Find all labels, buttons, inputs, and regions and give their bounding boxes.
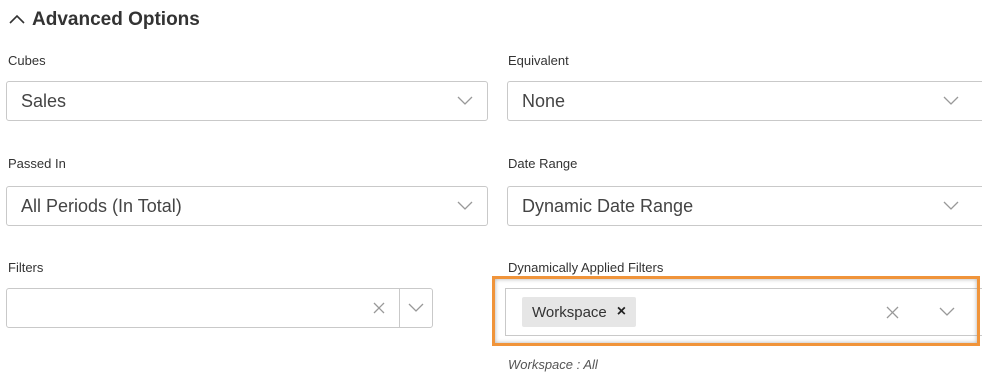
- date-range-value: Dynamic Date Range: [522, 195, 694, 216]
- cubes-select[interactable]: Sales: [6, 81, 488, 121]
- chevron-down-icon[interactable]: [920, 187, 982, 225]
- clear-icon[interactable]: [359, 289, 399, 327]
- chevron-down-icon[interactable]: [920, 82, 982, 120]
- chevron-down-icon[interactable]: [443, 187, 487, 225]
- chevron-down-icon[interactable]: [443, 82, 487, 120]
- dynamic-filters-label: Dynamically Applied Filters: [508, 260, 664, 275]
- advanced-options-toggle[interactable]: Advanced Options: [8, 6, 200, 34]
- cubes-value: Sales: [21, 90, 67, 111]
- filters-dropdown-button[interactable]: [399, 288, 433, 328]
- passed-in-value: All Periods (In Total): [21, 195, 182, 216]
- equivalent-select[interactable]: None: [507, 81, 982, 121]
- equivalent-value: None: [522, 90, 566, 111]
- filters-input[interactable]: [6, 288, 400, 328]
- date-range-label: Date Range: [508, 156, 578, 171]
- filters-label: Filters: [8, 260, 44, 275]
- date-range-select[interactable]: Dynamic Date Range: [507, 186, 982, 226]
- highlight-frame: [492, 276, 980, 346]
- dynamic-filters-hint: Workspace : All: [508, 357, 598, 372]
- passed-in-select[interactable]: All Periods (In Total): [6, 186, 488, 226]
- advanced-options-panel: Advanced Options Cubes Sales Equivalent …: [0, 0, 982, 379]
- chevron-up-icon: [8, 11, 26, 29]
- cubes-label: Cubes: [8, 53, 46, 68]
- passed-in-label: Passed In: [8, 156, 66, 171]
- chevron-down-icon: [408, 303, 424, 312]
- section-title: Advanced Options: [32, 9, 200, 30]
- equivalent-label: Equivalent: [508, 53, 569, 68]
